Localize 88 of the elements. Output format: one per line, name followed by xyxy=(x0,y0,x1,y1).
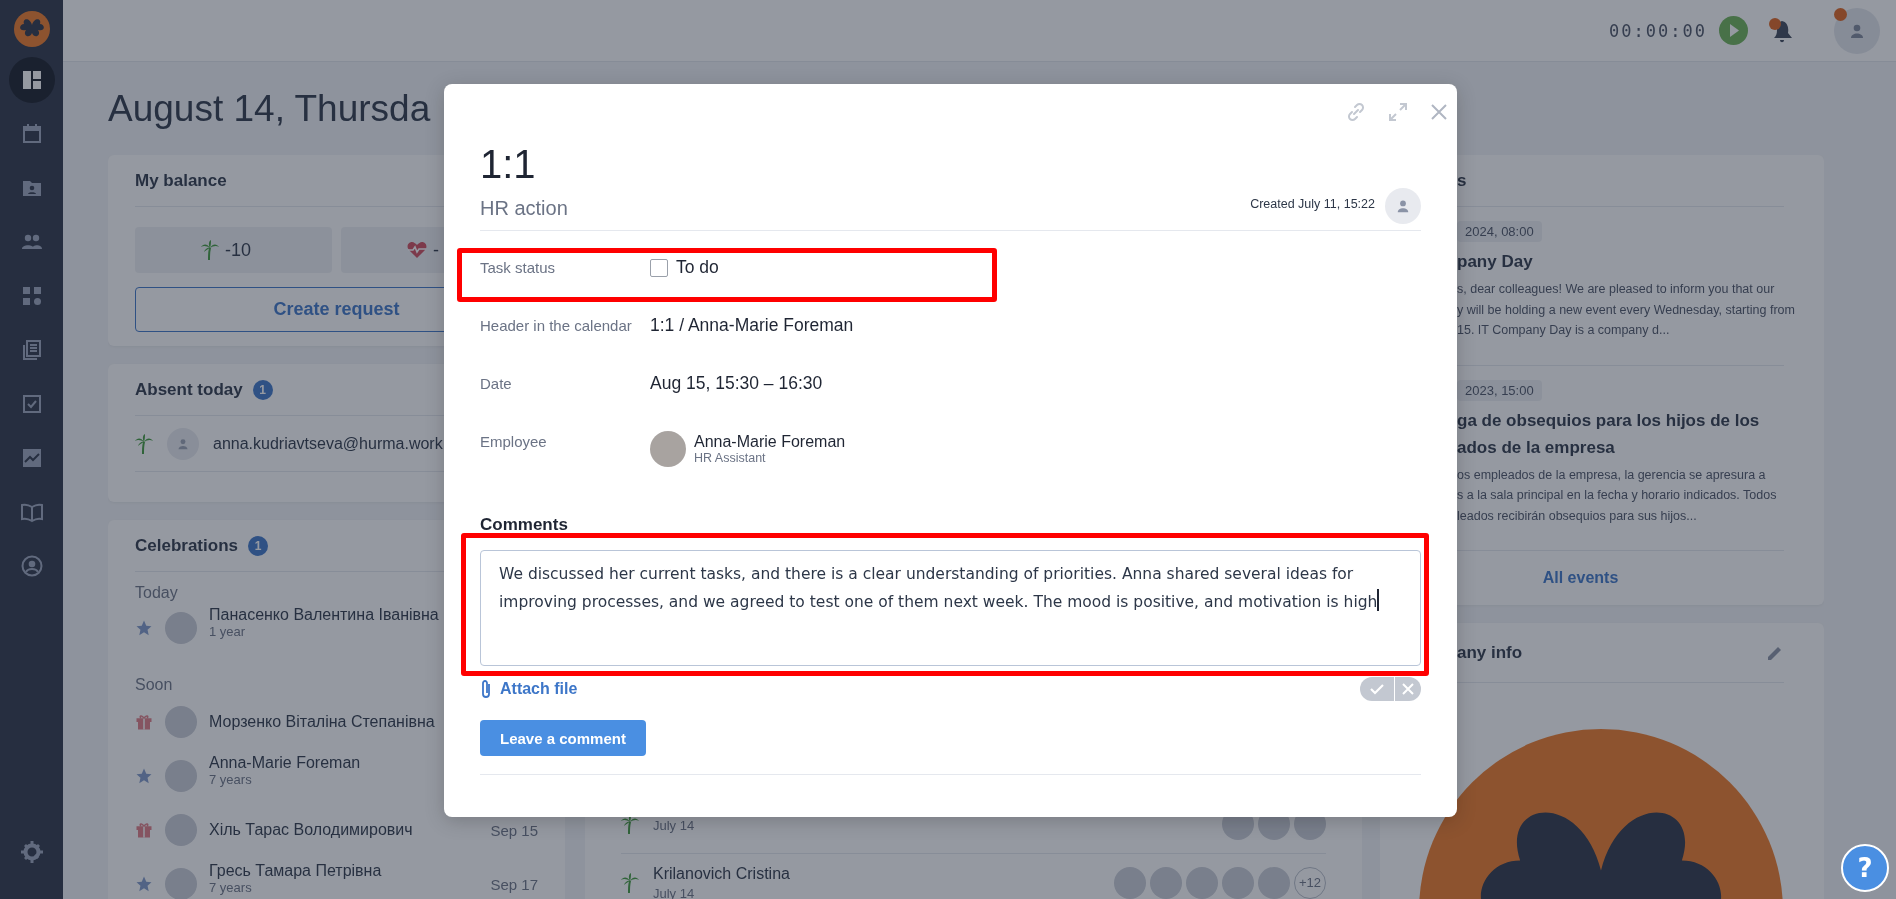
palm-tree-icon xyxy=(621,872,639,893)
gift-icon xyxy=(135,821,153,839)
anniversary-years: 7 years xyxy=(209,881,253,897)
celebration-date: Sep 15 xyxy=(490,821,538,839)
palm-tree-icon xyxy=(135,433,153,454)
event-description: 15. IT Company Day is a company d... xyxy=(1457,322,1670,339)
employee-email[interactable]: anna.kudriavtseva@hurma.work xyxy=(213,434,443,453)
avatar-photo xyxy=(650,431,686,467)
settings-icon xyxy=(19,840,44,864)
card-title: Absent today xyxy=(135,379,243,400)
avatar-photo xyxy=(165,814,197,846)
status-label: To do xyxy=(676,257,719,278)
event-description: s a la sala principal en la fecha y horario indicados. Todos xyxy=(1457,487,1777,504)
nav-item[interactable] xyxy=(8,57,55,103)
anniversary-years: 1 year xyxy=(209,625,247,641)
celebration-date: Sep 17 xyxy=(490,875,538,893)
count-badge: 1 xyxy=(252,379,273,400)
event-title[interactable]: ados de la empresa xyxy=(1457,433,1615,461)
event-description: s, dear colleagues! We are pleased to inform you that our xyxy=(1457,281,1775,298)
avatar-photo xyxy=(165,760,197,792)
balance-value: - xyxy=(433,239,439,261)
star-icon xyxy=(135,767,153,785)
star-icon xyxy=(135,875,153,893)
attach-file-link[interactable]: Attach file xyxy=(480,679,578,699)
help-button[interactable]: ? xyxy=(1841,844,1889,892)
employee-role: HR Assistant xyxy=(694,451,767,465)
event-description: leados recibirán obsequios para sus hijos... xyxy=(1457,507,1697,525)
balance-value: -10 xyxy=(225,239,251,261)
created-date: Created July 11, 15:22 xyxy=(1250,197,1375,211)
comment-field[interactable]: We discussed her current tasks, and there is a clear understanding of priorities. Anna shared several ideas for improving processes, and we agreed to test one of them next week. The mood is positive, and motivation is high xyxy=(480,550,1421,666)
dialog-subtitle: HR action xyxy=(480,197,568,220)
field-label: Employee xyxy=(480,432,548,452)
expand-icon[interactable] xyxy=(1388,102,1408,122)
leave-comment-button[interactable]: Leave a comment xyxy=(480,720,646,756)
avatar-photo xyxy=(165,612,197,644)
avatar-photo xyxy=(1150,866,1182,899)
checkbox[interactable] xyxy=(650,258,668,277)
link-icon[interactable] xyxy=(1346,102,1366,122)
heart-pulse-icon xyxy=(407,241,427,259)
avatar-photo xyxy=(1186,866,1218,899)
field-label: Task status xyxy=(480,258,557,278)
employee-name[interactable]: Anna-Marie Foreman xyxy=(694,433,846,451)
avatar-photo xyxy=(165,706,197,738)
palm-tree-icon xyxy=(621,814,639,834)
event-title[interactable]: ga de obsequios para los hijos de los xyxy=(1457,406,1760,434)
group-label: Today xyxy=(135,584,178,601)
palm-tree-icon xyxy=(201,240,219,260)
absence-date: July 14 xyxy=(653,818,696,833)
card-title: s xyxy=(1457,170,1467,191)
event-description: os empleados de la empresa, la gerencia se apresura a xyxy=(1457,466,1766,484)
employee-name[interactable]: Krilanovich Cristina xyxy=(653,864,1100,883)
employee-name[interactable]: Панасенко Валентина Іванівна xyxy=(209,605,439,625)
avatar-photo xyxy=(1258,866,1290,899)
timer: 00:00:00 xyxy=(1609,20,1707,41)
user-avatar[interactable] xyxy=(1834,7,1880,54)
employee-name[interactable]: Хіль Тарас Володимирович xyxy=(209,821,413,839)
group-label: Soon xyxy=(135,676,173,693)
avatar-photo xyxy=(1222,866,1254,899)
all-events-link[interactable]: All events xyxy=(1542,569,1619,587)
event-date: 2023, 15:00 xyxy=(1457,379,1542,401)
card-title: My balance xyxy=(135,170,227,191)
avatar-photo xyxy=(1114,866,1146,899)
count-badge: 1 xyxy=(248,535,268,556)
user-circle-icon xyxy=(19,554,44,578)
page-title: August 14, Thursda xyxy=(108,87,431,130)
close-icon[interactable] xyxy=(1430,103,1448,121)
employee-name[interactable]: Гресь Тамара Петрівна xyxy=(209,861,382,881)
dialog-title: 1:1 xyxy=(480,141,537,188)
paperclip-icon xyxy=(480,679,492,699)
play-button[interactable] xyxy=(1719,16,1748,45)
event-date: 2024, 08:00 xyxy=(1457,221,1542,242)
card-title: Celebrations xyxy=(135,535,238,556)
card-title: any info xyxy=(1457,642,1523,663)
logo-icon[interactable] xyxy=(13,11,50,47)
employee-name[interactable]: Морзенко Віталіна Степанівна xyxy=(209,713,435,731)
field-value: Aug 15, 15:30 – 16:30 xyxy=(650,373,823,394)
gift-icon xyxy=(135,713,153,731)
anniversary-years: 7 years xyxy=(209,773,253,789)
field-label: Date xyxy=(480,374,513,394)
comments-label: Comments xyxy=(480,515,569,535)
event-description: y will be holding a new event every Wednesday, starting from xyxy=(1457,301,1795,319)
author-avatar xyxy=(1385,188,1421,224)
avatar-placeholder xyxy=(167,427,199,460)
field-value: 1:1 / Anna-Marie Foreman xyxy=(650,315,854,336)
star-icon xyxy=(135,619,153,637)
event-title[interactable]: pany Day xyxy=(1457,248,1533,275)
employee-name[interactable]: Anna-Marie Foreman xyxy=(209,753,361,773)
avatar-photo xyxy=(165,868,197,899)
